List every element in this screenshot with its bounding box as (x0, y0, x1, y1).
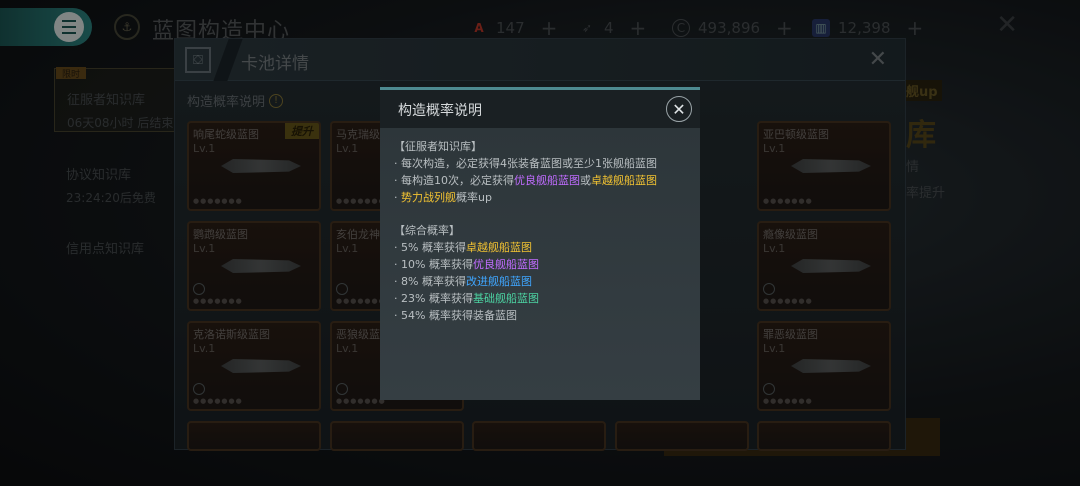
section-title: 【征服者知识库】 (394, 140, 482, 153)
rate-line: · 5% 概率获得卓越舰船蓝图 (394, 239, 690, 256)
rate-text: · 5% 概率获得 (394, 241, 466, 254)
rate-line: · 10% 概率获得优良舰船蓝图 (394, 256, 690, 273)
close-icon: ✕ (672, 99, 686, 119)
modal-close-button[interactable]: ✕ (666, 96, 692, 122)
rule-text: · (394, 191, 401, 204)
section-title: 【综合概率】 (394, 224, 460, 237)
rarity-label: 基础舰船蓝图 (472, 292, 539, 305)
rarity-label: 改进舰船蓝图 (465, 275, 532, 288)
rule-text: 概率up (456, 191, 492, 204)
rule-line: · 势力战列舰概率up (394, 189, 690, 206)
modal-title: 构造概率说明 (398, 103, 482, 119)
rule-text: · 每构造10次，必定获得 (394, 174, 514, 187)
rate-text: · 54% 概率获得装备蓝图 (394, 309, 517, 322)
rule-line: · 每次构造，必定获得4张装备蓝图或至少1张舰船蓝图 (394, 157, 657, 170)
modal-header: 构造概率说明 ✕ (380, 90, 700, 128)
rate-text: · 8% 概率获得 (394, 275, 466, 288)
rate-line: · 54% 概率获得装备蓝图 (394, 307, 690, 324)
rate-text: · 10% 概率获得 (394, 258, 473, 271)
rarity-label: 卓越舰船蓝图 (465, 241, 532, 254)
rate-line: · 8% 概率获得改进舰船蓝图 (394, 273, 690, 290)
rule-line: · 每构造10次，必定获得优良舰船蓝图或卓越舰船蓝图 (394, 172, 690, 189)
rate-line: · 23% 概率获得基础舰船蓝图 (394, 290, 690, 307)
rate-explain-modal: 构造概率说明 ✕ 【征服者知识库】 · 每次构造，必定获得4张装备蓝图或至少1张… (380, 87, 700, 400)
faction-label: 势力战列舰 (401, 191, 456, 204)
rate-text: · 23% 概率获得 (394, 292, 473, 305)
rarity-label: 优良舰船蓝图 (472, 258, 539, 271)
rarity-label: 优良舰船蓝图 (514, 174, 580, 187)
rarity-label: 卓越舰船蓝图 (591, 174, 657, 187)
rule-text: 或 (580, 174, 591, 187)
modal-body: 【征服者知识库】 · 每次构造，必定获得4张装备蓝图或至少1张舰船蓝图 · 每构… (394, 138, 690, 324)
